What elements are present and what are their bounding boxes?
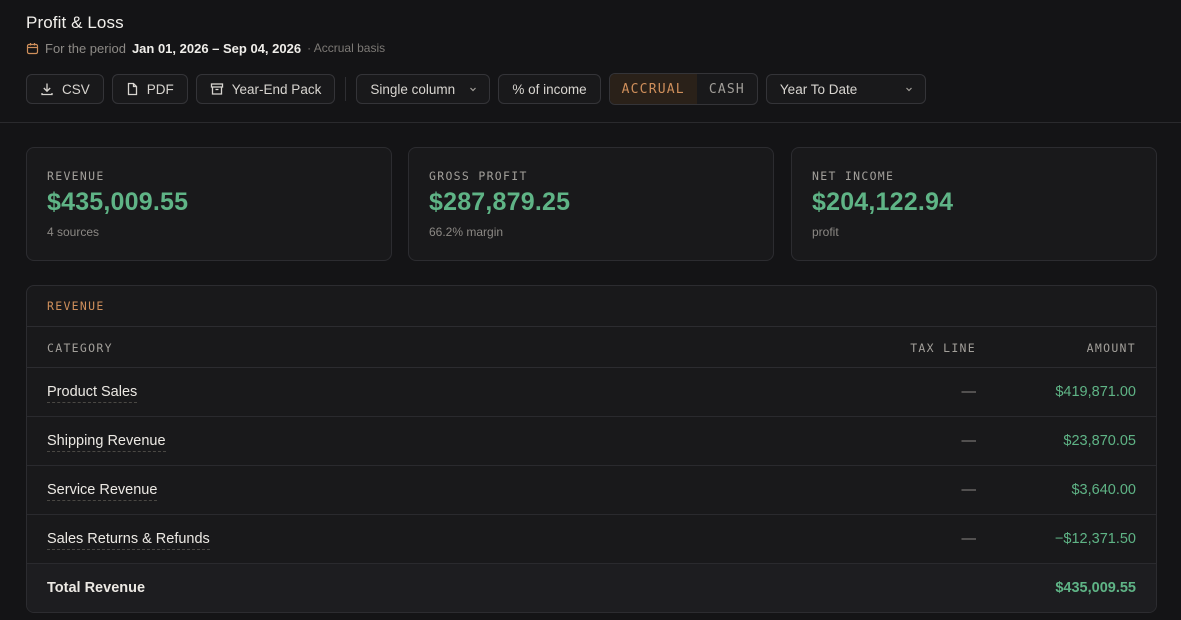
- layout-select-value: Single column: [370, 81, 456, 97]
- card-value: $287,879.25: [429, 188, 571, 216]
- total-label: Total Revenue: [47, 580, 146, 596]
- table-row: Product Sales — $419,871.00: [27, 368, 1156, 417]
- tax-line-value: —: [961, 531, 977, 547]
- tax-line-value: —: [961, 384, 977, 400]
- cash-toggle[interactable]: CASH: [697, 74, 757, 104]
- toolbar-divider: [345, 77, 347, 101]
- card-value: $435,009.55: [47, 188, 189, 216]
- column-category: CATEGORY: [47, 341, 113, 355]
- download-icon: [41, 83, 53, 96]
- card-note: 4 sources: [47, 225, 100, 239]
- year-end-label: Year-End Pack: [231, 81, 322, 97]
- archive-icon: [210, 83, 223, 95]
- column-tax-line: TAX LINE: [910, 341, 976, 355]
- table-header: CATEGORY TAX LINE AMOUNT: [27, 327, 1156, 368]
- section-title: REVENUE: [27, 286, 1156, 327]
- gross-profit-card: GROSS PROFIT $287,879.25 66.2% margin: [408, 147, 774, 261]
- percent-label: % of income: [512, 81, 587, 97]
- table-row: Shipping Revenue — $23,870.05: [27, 417, 1156, 466]
- chevron-down-icon: [905, 87, 912, 92]
- net-income-card: NET INCOME $204,122.94 profit: [791, 147, 1157, 261]
- category-link[interactable]: Service Revenue: [47, 482, 158, 501]
- total-row: Total Revenue $435,009.55: [27, 564, 1156, 612]
- chevron-down-icon: [470, 87, 477, 92]
- page-title: Profit & Loss: [26, 13, 124, 32]
- basis-toggle: ACCRUAL CASH: [608, 73, 758, 105]
- date-range-value: Year To Date: [779, 81, 858, 97]
- pdf-label: PDF: [146, 81, 174, 97]
- table-row: Service Revenue — $3,640.00: [27, 466, 1156, 515]
- percent-of-income-button[interactable]: % of income: [498, 74, 601, 104]
- amount-value: $3,640.00: [1071, 482, 1136, 498]
- period-prefix: For the period: [45, 40, 126, 56]
- period-range: Jan 01, 2026 – Sep 04, 2026: [131, 40, 302, 56]
- tax-line-value: —: [961, 433, 977, 449]
- amount-value: $23,870.05: [1063, 433, 1136, 449]
- card-note: profit: [812, 225, 839, 239]
- accrual-toggle[interactable]: ACCRUAL: [609, 74, 697, 104]
- layout-select[interactable]: Single column: [356, 74, 491, 104]
- revenue-panel: REVENUE CATEGORY TAX LINE AMOUNT Product…: [26, 285, 1157, 613]
- category-link[interactable]: Product Sales: [47, 384, 138, 403]
- column-amount: AMOUNT: [1086, 341, 1136, 355]
- toolbar: CSV PDF Year-End Pack Single column % of…: [26, 73, 926, 105]
- csv-label: CSV: [62, 81, 90, 97]
- revenue-card: REVENUE $435,009.55 4 sources: [26, 147, 392, 261]
- amount-value: $419,871.00: [1055, 384, 1136, 400]
- card-label: REVENUE: [47, 169, 105, 183]
- date-range-select[interactable]: Year To Date: [765, 74, 926, 104]
- card-note: 66.2% margin: [429, 225, 504, 239]
- export-pdf-button[interactable]: PDF: [111, 74, 188, 104]
- card-value: $204,122.94: [812, 188, 954, 216]
- card-label: NET INCOME: [812, 169, 895, 183]
- category-link[interactable]: Shipping Revenue: [47, 433, 166, 452]
- document-icon: [127, 82, 137, 96]
- page-header: Profit & Loss For the period Jan 01, 202…: [0, 0, 1181, 123]
- tax-line-value: —: [961, 482, 977, 498]
- basis-label: · Accrual basis: [307, 41, 386, 55]
- card-label: GROSS PROFIT: [429, 169, 528, 183]
- table-row: Sales Returns & Refunds — −$12,371.50: [27, 515, 1156, 564]
- calendar-icon: [26, 42, 39, 55]
- category-link[interactable]: Sales Returns & Refunds: [47, 531, 210, 550]
- total-amount: $435,009.55: [1055, 580, 1136, 596]
- period-subtitle: For the period Jan 01, 2026 – Sep 04, 20…: [26, 40, 385, 56]
- year-end-pack-button[interactable]: Year-End Pack: [195, 74, 336, 104]
- amount-value: −$12,371.50: [1054, 531, 1136, 547]
- export-csv-button[interactable]: CSV: [26, 74, 104, 104]
